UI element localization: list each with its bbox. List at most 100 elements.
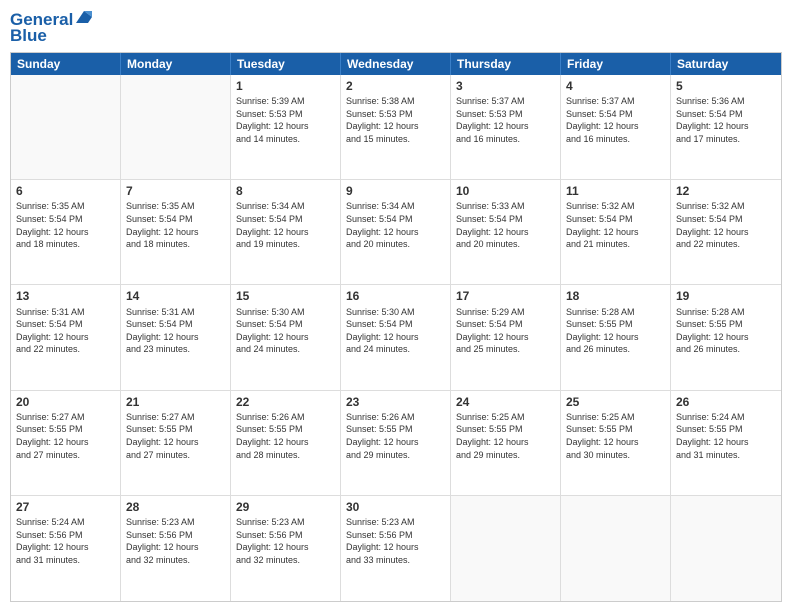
header-day-friday: Friday [561,53,671,75]
day-info: Sunrise: 5:32 AM Sunset: 5:54 PM Dayligh… [566,200,665,250]
day-number: 30 [346,499,445,515]
calendar-cell: 9Sunrise: 5:34 AM Sunset: 5:54 PM Daylig… [341,180,451,284]
calendar-cell: 27Sunrise: 5:24 AM Sunset: 5:56 PM Dayli… [11,496,121,601]
day-info: Sunrise: 5:24 AM Sunset: 5:56 PM Dayligh… [16,516,115,566]
day-info: Sunrise: 5:23 AM Sunset: 5:56 PM Dayligh… [126,516,225,566]
day-number: 19 [676,288,776,304]
header: General Blue [10,10,782,46]
calendar: SundayMondayTuesdayWednesdayThursdayFrid… [10,52,782,602]
day-info: Sunrise: 5:24 AM Sunset: 5:55 PM Dayligh… [676,411,776,461]
day-info: Sunrise: 5:28 AM Sunset: 5:55 PM Dayligh… [676,306,776,356]
calendar-cell: 25Sunrise: 5:25 AM Sunset: 5:55 PM Dayli… [561,391,671,495]
day-info: Sunrise: 5:34 AM Sunset: 5:54 PM Dayligh… [346,200,445,250]
calendar-cell: 26Sunrise: 5:24 AM Sunset: 5:55 PM Dayli… [671,391,781,495]
day-number: 16 [346,288,445,304]
calendar-cell: 18 Sunrise: 5:28 AM Sunset: 5:55 PM Dayli… [561,285,671,389]
day-number: 6 [16,183,115,199]
day-info: Sunrise: 5:35 AM Sunset: 5:54 PM Dayligh… [126,200,225,250]
day-info: Sunrise: 5:26 AM Sunset: 5:55 PM Dayligh… [236,411,335,461]
day-number: 1 [236,78,335,94]
day-number: 15 [236,288,335,304]
calendar-body: 1Sunrise: 5:39 AM Sunset: 5:53 PM Daylig… [11,75,781,601]
calendar-cell [11,75,121,179]
day-number: 12 [676,183,776,199]
calendar-cell: 3Sunrise: 5:37 AM Sunset: 5:53 PM Daylig… [451,75,561,179]
calendar-cell: 4Sunrise: 5:37 AM Sunset: 5:54 PM Daylig… [561,75,671,179]
day-info: Sunrise: 5:23 AM Sunset: 5:56 PM Dayligh… [236,516,335,566]
calendar-cell: 29Sunrise: 5:23 AM Sunset: 5:56 PM Dayli… [231,496,341,601]
calendar-cell: 8Sunrise: 5:34 AM Sunset: 5:54 PM Daylig… [231,180,341,284]
calendar-cell: 14 Sunrise: 5:31 AM Sunset: 5:54 PM Dayli… [121,285,231,389]
day-number: 3 [456,78,555,94]
day-number: 26 [676,394,776,410]
week-row-5: 27Sunrise: 5:24 AM Sunset: 5:56 PM Dayli… [11,496,781,601]
day-number: 27 [16,499,115,515]
day-number: 11 [566,183,665,199]
calendar-cell: 16Sunrise: 5:30 AM Sunset: 5:54 PM Dayli… [341,285,451,389]
day-info: Sunrise: 5:25 AM Sunset: 5:55 PM Dayligh… [456,411,555,461]
week-row-3: 13Sunrise: 5:31 AM Sunset: 5:54 PM Dayli… [11,285,781,390]
day-info: Sunrise: 5:35 AM Sunset: 5:54 PM Dayligh… [16,200,115,250]
day-number: 2 [346,78,445,94]
header-day-monday: Monday [121,53,231,75]
day-number: 29 [236,499,335,515]
day-number: 20 [16,394,115,410]
day-info: Sunrise: 5:30 AM Sunset: 5:54 PM Dayligh… [236,306,335,356]
week-row-2: 6Sunrise: 5:35 AM Sunset: 5:54 PM Daylig… [11,180,781,285]
day-number: 9 [346,183,445,199]
calendar-header: SundayMondayTuesdayWednesdayThursdayFrid… [11,53,781,75]
logo: General Blue [10,10,94,46]
day-info: Sunrise: 5:27 AM Sunset: 5:55 PM Dayligh… [126,411,225,461]
day-info: Sunrise: 5:37 AM Sunset: 5:53 PM Dayligh… [456,95,555,145]
calendar-cell: 24Sunrise: 5:25 AM Sunset: 5:55 PM Dayli… [451,391,561,495]
day-info: Sunrise: 5:28 AM Sunset: 5:55 PM Dayligh… [566,306,665,356]
logo-icon [74,7,94,27]
day-number: 10 [456,183,555,199]
day-info: Sunrise: 5:39 AM Sunset: 5:53 PM Dayligh… [236,95,335,145]
day-info: Sunrise: 5:31 AM Sunset: 5:54 PM Dayligh… [126,306,225,356]
day-info: Sunrise: 5:38 AM Sunset: 5:53 PM Dayligh… [346,95,445,145]
calendar-cell [561,496,671,601]
calendar-cell: 30Sunrise: 5:23 AM Sunset: 5:56 PM Dayli… [341,496,451,601]
day-number: 4 [566,78,665,94]
day-info: Sunrise: 5:25 AM Sunset: 5:55 PM Dayligh… [566,411,665,461]
header-day-wednesday: Wednesday [341,53,451,75]
page: General Blue SundayMondayTuesdayWednesda… [0,0,792,612]
day-number: 5 [676,78,776,94]
calendar-cell: 19 Sunrise: 5:28 AM Sunset: 5:55 PM Dayli… [671,285,781,389]
day-number: 28 [126,499,225,515]
calendar-cell [451,496,561,601]
week-row-1: 1Sunrise: 5:39 AM Sunset: 5:53 PM Daylig… [11,75,781,180]
day-info: Sunrise: 5:37 AM Sunset: 5:54 PM Dayligh… [566,95,665,145]
day-info: Sunrise: 5:33 AM Sunset: 5:54 PM Dayligh… [456,200,555,250]
calendar-cell: 22Sunrise: 5:26 AM Sunset: 5:55 PM Dayli… [231,391,341,495]
calendar-cell [121,75,231,179]
header-day-tuesday: Tuesday [231,53,341,75]
day-info: Sunrise: 5:27 AM Sunset: 5:55 PM Dayligh… [16,411,115,461]
day-info: Sunrise: 5:26 AM Sunset: 5:55 PM Dayligh… [346,411,445,461]
calendar-cell: 20Sunrise: 5:27 AM Sunset: 5:55 PM Dayli… [11,391,121,495]
day-info: Sunrise: 5:32 AM Sunset: 5:54 PM Dayligh… [676,200,776,250]
calendar-cell: 10Sunrise: 5:33 AM Sunset: 5:54 PM Dayli… [451,180,561,284]
calendar-cell: 2Sunrise: 5:38 AM Sunset: 5:53 PM Daylig… [341,75,451,179]
day-number: 18 [566,288,665,304]
calendar-cell: 21Sunrise: 5:27 AM Sunset: 5:55 PM Dayli… [121,391,231,495]
day-number: 8 [236,183,335,199]
day-info: Sunrise: 5:34 AM Sunset: 5:54 PM Dayligh… [236,200,335,250]
day-info: Sunrise: 5:31 AM Sunset: 5:54 PM Dayligh… [16,306,115,356]
header-day-sunday: Sunday [11,53,121,75]
header-day-thursday: Thursday [451,53,561,75]
day-number: 21 [126,394,225,410]
calendar-cell [671,496,781,601]
day-number: 23 [346,394,445,410]
day-number: 25 [566,394,665,410]
calendar-cell: 28Sunrise: 5:23 AM Sunset: 5:56 PM Dayli… [121,496,231,601]
day-number: 24 [456,394,555,410]
calendar-cell: 15 Sunrise: 5:30 AM Sunset: 5:54 PM Dayli… [231,285,341,389]
calendar-cell: 17 Sunrise: 5:29 AM Sunset: 5:54 PM Dayli… [451,285,561,389]
calendar-cell: 7Sunrise: 5:35 AM Sunset: 5:54 PM Daylig… [121,180,231,284]
day-info: Sunrise: 5:23 AM Sunset: 5:56 PM Dayligh… [346,516,445,566]
day-number: 14 [126,288,225,304]
day-info: Sunrise: 5:29 AM Sunset: 5:54 PM Dayligh… [456,306,555,356]
day-number: 17 [456,288,555,304]
